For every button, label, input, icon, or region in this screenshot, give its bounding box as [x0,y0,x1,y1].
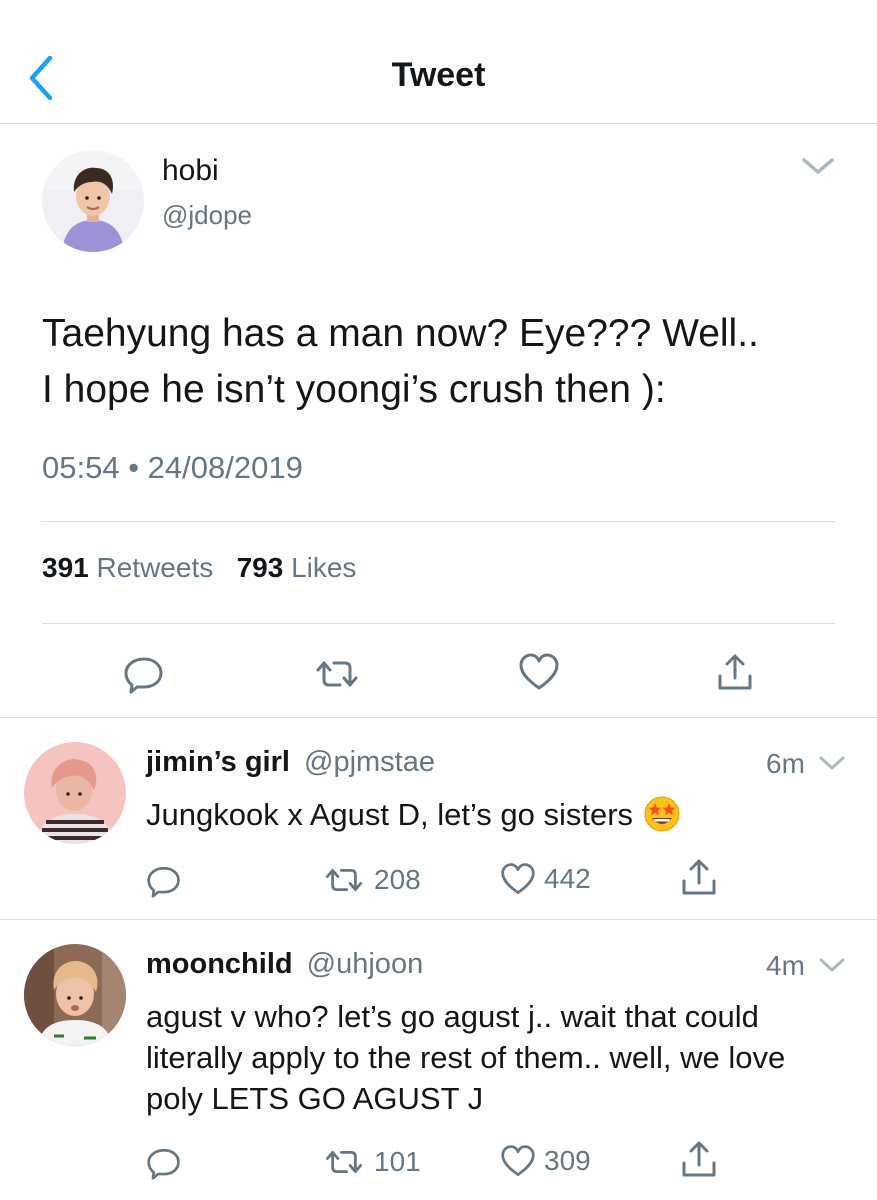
like-count: 442 [544,863,591,894]
main-tweet: hobi @jdope Taehyung has a man now? Eye?… [0,124,877,718]
reply-header: jimin’s girl @pjmstae [146,746,435,779]
reply-time: 6m [766,748,805,779]
caret-down-icon[interactable] [818,754,846,777]
top-bar: Tweet [0,0,877,124]
reply-tweet[interactable]: jimin’s girl @pjmstae 6m Jungkook x Agus… [0,718,877,920]
share-icon [682,1141,716,1177]
display-name[interactable]: hobi [162,154,219,188]
share-icon [718,654,752,690]
reply-icon [124,657,163,694]
divider [42,623,835,624]
like-stat[interactable]: 793 Likes [237,552,357,583]
share-icon [682,859,716,895]
display-name[interactable]: moonchild [146,948,293,980]
avatar[interactable] [24,742,126,844]
tweet-stats: 391 Retweets 793 Likes [42,552,356,584]
reply-text: Jungkook x Agust D, let’s go sisters [146,794,846,835]
retweet-icon [325,1150,363,1174]
divider [42,521,835,522]
reply-text-content: Jungkook x Agust D, let’s go sisters [146,797,634,832]
caret-down-icon[interactable] [818,956,846,979]
like-button[interactable]: 442 [500,862,591,896]
share-button[interactable] [680,1138,718,1180]
share-button[interactable] [680,856,718,898]
retweet-button[interactable]: 208 [322,864,421,896]
share-button[interactable] [716,652,754,692]
like-button[interactable]: 309 [500,1144,591,1178]
avatar[interactable] [42,150,144,252]
page-title: Tweet [391,56,486,94]
star-struck-emoji-icon [643,795,681,833]
like-icon [519,653,559,690]
like-count: 309 [544,1145,591,1176]
user-handle[interactable]: @jdope [162,200,252,231]
retweet-count: 208 [374,864,421,895]
reply-text: agust v who? let’s go agust j.. wait tha… [146,999,786,1116]
like-icon [501,1145,535,1176]
retweet-stat[interactable]: 391 Retweets [42,552,213,583]
tweet-text-line: I hope he isn’t yoongi’s crush then ): [42,368,666,411]
user-handle[interactable]: @pjmstae [304,746,435,778]
retweets-count: 391 [42,552,89,583]
likes-count: 793 [236,552,284,583]
retweets-label: Retweets [96,552,214,583]
likes-label: Likes [291,552,357,583]
tweet-text: Taehyung has a man now? Eye??? Well.. I … [42,306,842,418]
retweet-icon [316,661,358,687]
reply-button[interactable] [146,1146,182,1180]
reply-icon [147,866,180,898]
reply-time: 4m [766,950,805,981]
reply-header: moonchild @uhjoon [146,948,423,981]
like-button[interactable] [518,652,560,692]
tweet-text-line: Taehyung has a man now? Eye??? Well.. [42,312,759,355]
caret-down-icon[interactable] [800,154,836,178]
retweet-count: 101 [374,1146,421,1177]
display-name[interactable]: jimin’s girl [146,746,290,778]
tweet-timestamp: 05:54 • 24/08/2019 [42,450,303,485]
retweet-button[interactable]: 101 [322,1146,421,1178]
retweet-button[interactable] [312,658,362,690]
reply-icon [147,1148,180,1180]
retweet-icon [325,868,363,892]
reply-button[interactable] [123,654,165,694]
reply-tweet[interactable]: moonchild @uhjoon 4m agust v who? let’s … [0,920,877,1200]
reply-button[interactable] [146,864,182,898]
like-icon [501,863,535,894]
avatar[interactable] [24,944,126,1046]
user-handle[interactable]: @uhjoon [307,948,424,980]
